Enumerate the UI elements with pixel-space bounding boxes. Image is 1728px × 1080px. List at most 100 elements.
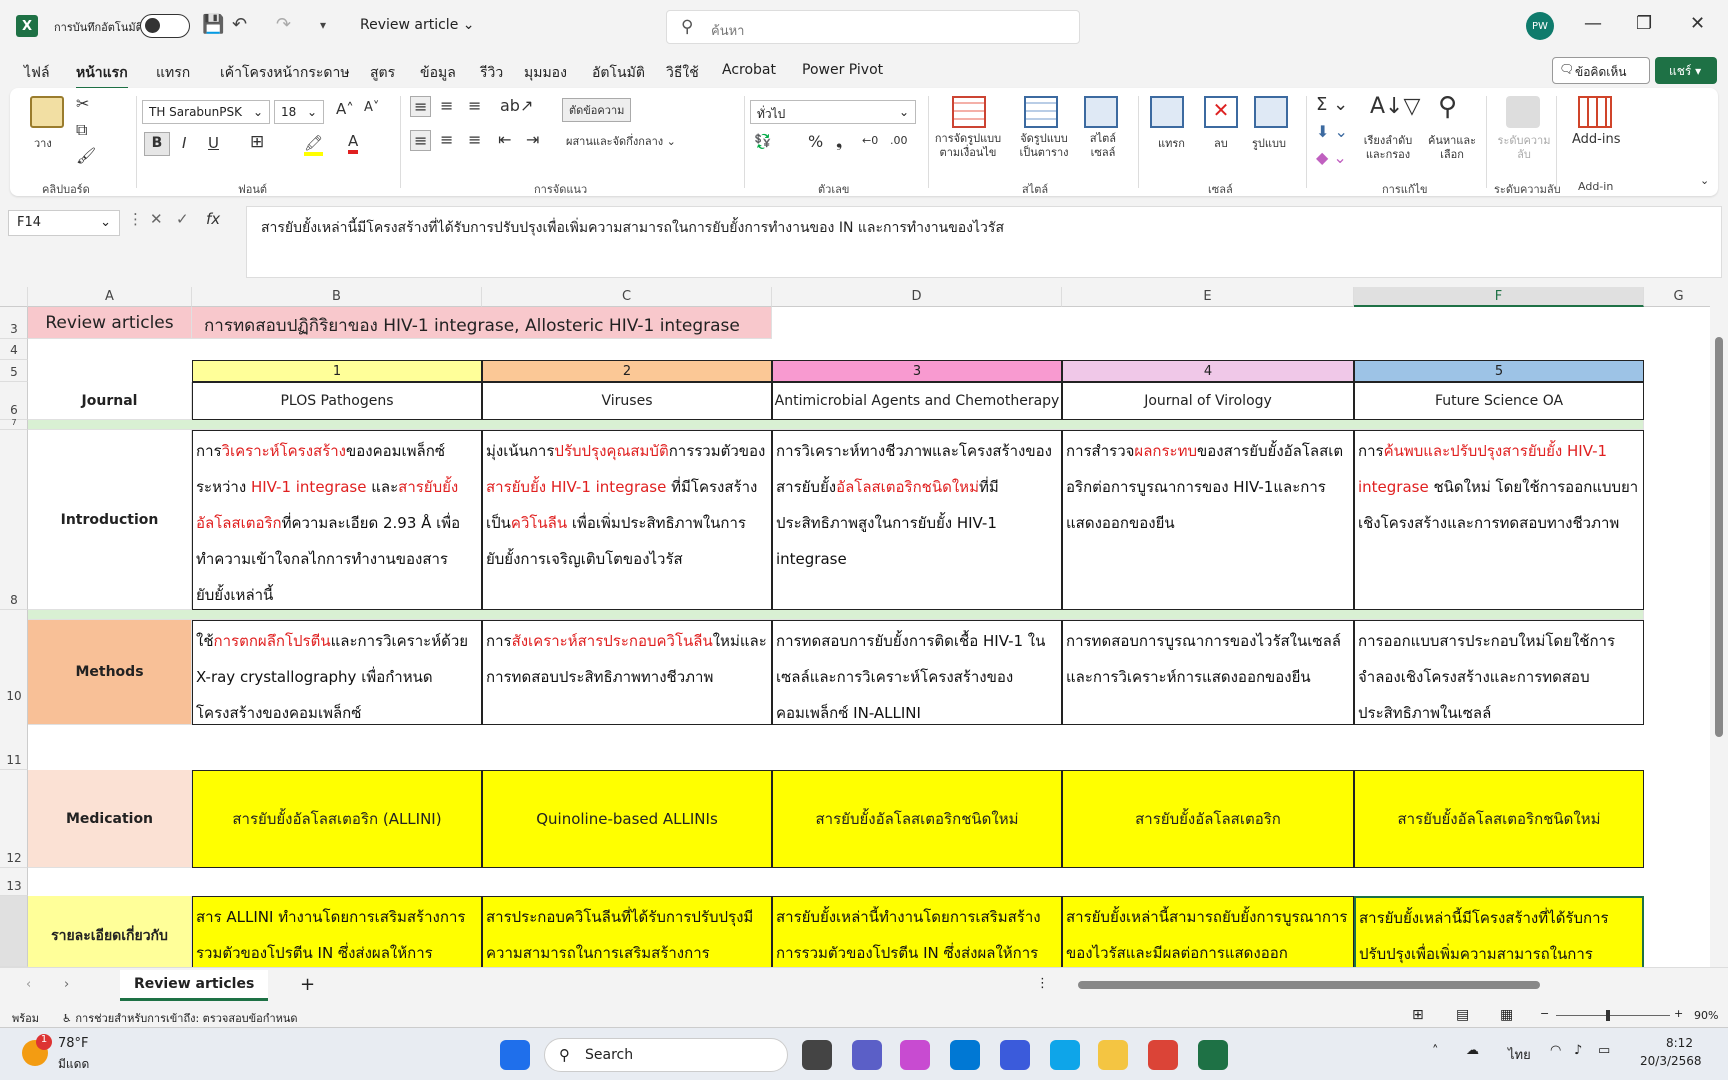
details-cell-selected[interactable]: สารยับยั้งเหล่านี้มีโครงสร้างที่ได้รับกา… (1354, 896, 1644, 967)
format-cells-button[interactable]: รูปแบบ (1252, 134, 1286, 152)
column-header-b[interactable]: B (192, 287, 482, 307)
task-view-icon[interactable] (802, 1040, 832, 1070)
details-label-cell[interactable]: รายละเอียดเกี่ยวกับ (28, 896, 192, 967)
bold-icon[interactable]: B (144, 132, 170, 156)
medication-cell[interactable]: สารยับยั้งอัลโลสเตอริก (ALLINI) (192, 770, 482, 868)
article-number-cell[interactable]: 3 (772, 360, 1062, 382)
page-layout-view-icon[interactable]: ▤ (1456, 1007, 1469, 1023)
details-cell[interactable]: สารประกอบควิโนลีนที่ได้รับการปรับปรุงมีค… (482, 896, 772, 967)
conditional-format-button[interactable]: การจัดรูปแบบตามเงื่อนไข (928, 132, 1008, 160)
article-number-cell[interactable]: 5 (1354, 360, 1644, 382)
comma-style-icon[interactable]: ❟ (836, 132, 842, 152)
details-cell[interactable]: สารยับยั้งเหล่านี้สามารถยับยั้งการบูรณาก… (1062, 896, 1354, 967)
title-label-cell[interactable]: Review articles (28, 307, 192, 339)
minimize-icon[interactable]: — (1584, 13, 1602, 34)
add-sheet-icon[interactable]: + (300, 974, 315, 995)
tab-formulas[interactable]: สูตร (370, 62, 395, 84)
row-header[interactable]: 12 (0, 770, 28, 868)
increase-decimal-icon[interactable]: ←0 (862, 134, 878, 147)
align-left-icon[interactable]: ≡ (410, 130, 432, 151)
align-bottom-icon[interactable]: ≡ (468, 96, 481, 115)
cell-styles-icon[interactable] (1084, 96, 1118, 128)
methods-cell[interactable]: การออกแบบสารประกอบใหม่โดยใช้การจำลองเชิง… (1354, 620, 1644, 725)
enter-icon[interactable]: ✓ (176, 210, 189, 228)
increase-font-icon[interactable]: A˄ (336, 100, 354, 118)
more-icon[interactable]: ⋮ (128, 210, 143, 228)
zoom-slider[interactable] (1556, 1010, 1670, 1021)
align-middle-icon[interactable]: ≡ (440, 96, 453, 115)
format-table-button[interactable]: จัดรูปแบบเป็นตาราง (1014, 132, 1074, 160)
details-cell[interactable]: สาร ALLINI ทำงานโดยการเสริมสร้างการรวมตั… (192, 896, 482, 967)
number-format-select[interactable]: ทั่วไป ⌄ (750, 100, 916, 124)
row-header[interactable]: 6 (0, 382, 28, 420)
taskbar-search[interactable]: ⚲ Search (544, 1038, 788, 1072)
article-number-cell[interactable]: 2 (482, 360, 772, 382)
percent-icon[interactable]: % (808, 132, 823, 151)
chrome-icon[interactable] (1148, 1040, 1178, 1070)
edge-icon[interactable] (1050, 1040, 1080, 1070)
delete-cells-button[interactable]: ลบ (1214, 134, 1228, 152)
tab-file[interactable]: ไฟล์ (24, 62, 50, 84)
medication-cell[interactable]: สารยับยั้งอัลโลสเตอริก (1062, 770, 1354, 868)
accessibility-status[interactable]: ♿ การช่วยสำหรับการเข้าถึง: ตรวจสอบข้อกำห… (62, 1009, 298, 1027)
decrease-indent-icon[interactable]: ⇤ (498, 130, 511, 149)
clock-date[interactable]: 20/3/2568 (1640, 1054, 1702, 1068)
language-indicator[interactable]: ไทย (1508, 1044, 1531, 1065)
journal-cell[interactable]: PLOS Pathogens (192, 382, 482, 420)
app-icon[interactable] (1000, 1040, 1030, 1070)
prev-sheet-icon[interactable]: ‹ (26, 977, 31, 992)
zoom-out-icon[interactable]: − (1540, 1007, 1549, 1020)
fill-icon[interactable]: ⬇ ⌄ (1316, 122, 1348, 141)
details-cell[interactable]: สารยับยั้งเหล่านี้ทำงานโดยการเสริมสร้างก… (772, 896, 1062, 967)
clock-time[interactable]: 8:12 (1666, 1036, 1693, 1050)
comments-button[interactable]: 🗨 ข้อคิดเห็น (1552, 57, 1650, 84)
horizontal-scrollbar[interactable] (1060, 978, 1700, 992)
paste-label[interactable]: วาง (34, 134, 52, 152)
introduction-cell[interactable]: มุ่งเน้นการปรับปรุงคุณสมบัติการรวมตัวของ… (482, 430, 772, 610)
fill-color-icon[interactable]: 🖍 (304, 134, 324, 156)
next-sheet-icon[interactable]: › (64, 977, 69, 992)
font-name-select[interactable]: TH SarabunPSK ⌄ (142, 100, 270, 124)
row-header[interactable]: 13 (0, 868, 28, 896)
decrease-font-icon[interactable]: A˅ (364, 100, 379, 115)
insert-cells-button[interactable]: แทรก (1158, 134, 1185, 152)
align-right-icon[interactable]: ≡ (468, 130, 481, 149)
font-size-select[interactable]: 18 ⌄ (274, 100, 324, 124)
introduction-cell[interactable]: การค้นพบและปรับปรุงสารยับยั้ง HIV-1 inte… (1354, 430, 1644, 610)
name-box[interactable]: F14 ⌄ (8, 210, 120, 236)
restore-icon[interactable]: ❐ (1636, 13, 1652, 34)
volume-icon[interactable]: ♪ (1574, 1043, 1582, 1058)
sheet-tab-review-articles[interactable]: Review articles (120, 970, 269, 1001)
methods-cell[interactable]: การทดสอบการบูรณาการของไวรัสในเซลล์และการ… (1062, 620, 1354, 725)
medication-cell[interactable]: Quinoline-based ALLINIs (482, 770, 772, 868)
page-break-view-icon[interactable]: ▦ (1500, 1007, 1513, 1023)
cancel-icon[interactable]: ✕ (150, 210, 163, 228)
copy-icon[interactable]: ⧉ (76, 120, 87, 140)
autosave-toggle[interactable] (140, 14, 190, 38)
row-header[interactable]: 4 (0, 339, 28, 360)
delete-cells-icon[interactable]: ✕ (1204, 96, 1238, 128)
tab-review[interactable]: รีวิว (480, 62, 503, 84)
cloud-icon[interactable]: ☁ (1466, 1043, 1479, 1058)
tray-chevron-icon[interactable]: ˄ (1432, 1044, 1439, 1059)
vertical-scrollbar[interactable] (1710, 287, 1728, 967)
column-header-d[interactable]: D (772, 287, 1062, 307)
avatar[interactable]: PW (1526, 12, 1554, 40)
sort-filter-button[interactable]: เรียงลำดับและกรอง (1358, 134, 1418, 162)
store-icon[interactable] (950, 1040, 980, 1070)
tab-automate[interactable]: อัตโนมัติ (592, 62, 645, 84)
row-header[interactable]: 7 (0, 418, 28, 430)
tab-view[interactable]: มุมมอง (524, 62, 567, 84)
tab-home[interactable]: หน้าแรก (76, 62, 128, 90)
addins-icon[interactable] (1578, 96, 1612, 128)
methods-cell[interactable]: การทดสอบการยับยั้งการติดเชื้อ HIV-1 ในเซ… (772, 620, 1062, 725)
search-input[interactable]: ⚲ ค้นหา (666, 10, 1080, 44)
article-number-cell[interactable]: 1 (192, 360, 482, 382)
medication-cell[interactable]: สารยับยั้งอัลโลสเตอริกชนิดใหม่ (772, 770, 1062, 868)
journal-cell[interactable]: Antimicrobial Agents and Chemotherapy (772, 382, 1062, 420)
tab-page-layout[interactable]: เค้าโครงหน้ากระดาษ (220, 62, 350, 84)
insert-function-icon[interactable]: fx (206, 210, 220, 228)
format-painter-icon[interactable]: 🖌 (76, 146, 96, 165)
column-header-a[interactable]: A (28, 287, 192, 307)
medication-label-cell[interactable]: Medication (28, 770, 192, 868)
